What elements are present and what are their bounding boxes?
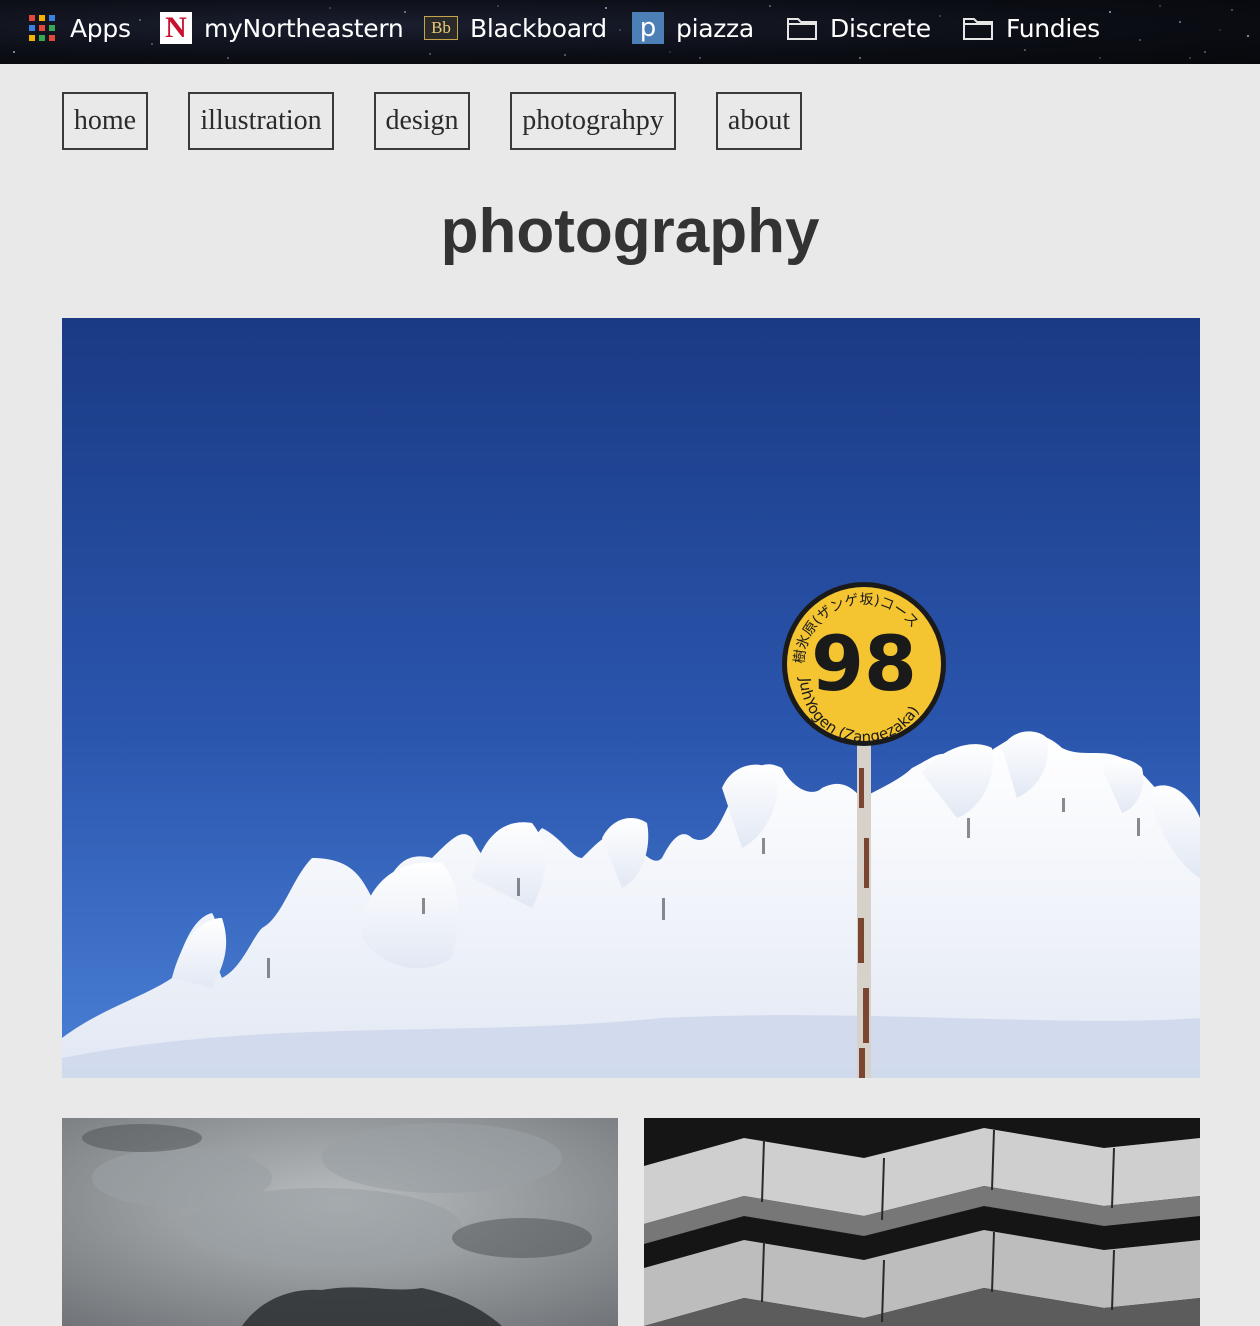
nav-design[interactable]: design — [374, 92, 470, 150]
bookmark-label: myNortheastern — [204, 13, 404, 43]
nav-photography[interactable]: photograhpy — [510, 92, 676, 150]
photo-left[interactable] — [62, 1118, 618, 1326]
bookmark-label: Fundies — [1006, 13, 1100, 43]
bookmark-apps[interactable]: Apps — [26, 10, 131, 46]
bookmarks-bar: Apps N myNortheastern Bb Blackboard p pi… — [0, 0, 1260, 64]
folder-icon — [962, 12, 994, 44]
snow-trees-image: 98 樹氷原(ザンゲ坂)コース JuhYogen (Zangezaka) — [62, 318, 1200, 1078]
sign-number: 98 — [811, 619, 917, 708]
hero-photo[interactable]: 98 樹氷原(ザンゲ坂)コース JuhYogen (Zangezaka) — [62, 318, 1200, 1078]
bookmark-piazza[interactable]: p piazza — [632, 10, 754, 46]
northeastern-n-icon: N — [160, 12, 192, 44]
gray-texture-image — [62, 1118, 618, 1326]
blackboard-bb-icon: Bb — [424, 16, 458, 40]
bookmark-blackboard[interactable]: Bb Blackboard — [424, 10, 607, 46]
blackboard-bb-letters: Bb — [431, 18, 451, 37]
architecture-panels-image — [644, 1118, 1200, 1326]
bookmark-label: Discrete — [830, 13, 931, 43]
bookmark-mynortheastern[interactable]: N myNortheastern — [160, 10, 404, 46]
bookmark-fundies[interactable]: Fundies — [962, 10, 1100, 46]
northeastern-n-letter: N — [165, 11, 187, 44]
bookmark-label: piazza — [676, 13, 754, 43]
nav-about[interactable]: about — [716, 92, 802, 150]
apps-grid-icon — [26, 12, 58, 44]
bookmark-discrete[interactable]: Discrete — [786, 10, 931, 46]
piazza-p-icon: p — [632, 12, 664, 44]
photo-right[interactable] — [644, 1118, 1200, 1326]
bookmark-label: Blackboard — [470, 13, 607, 43]
nav-home[interactable]: home — [62, 92, 148, 150]
piazza-p-letter: p — [639, 13, 657, 43]
page-title: photography — [440, 197, 820, 266]
folder-icon — [786, 12, 818, 44]
bookmark-label: Apps — [70, 13, 131, 43]
nav-illustration[interactable]: illustration — [188, 92, 334, 150]
